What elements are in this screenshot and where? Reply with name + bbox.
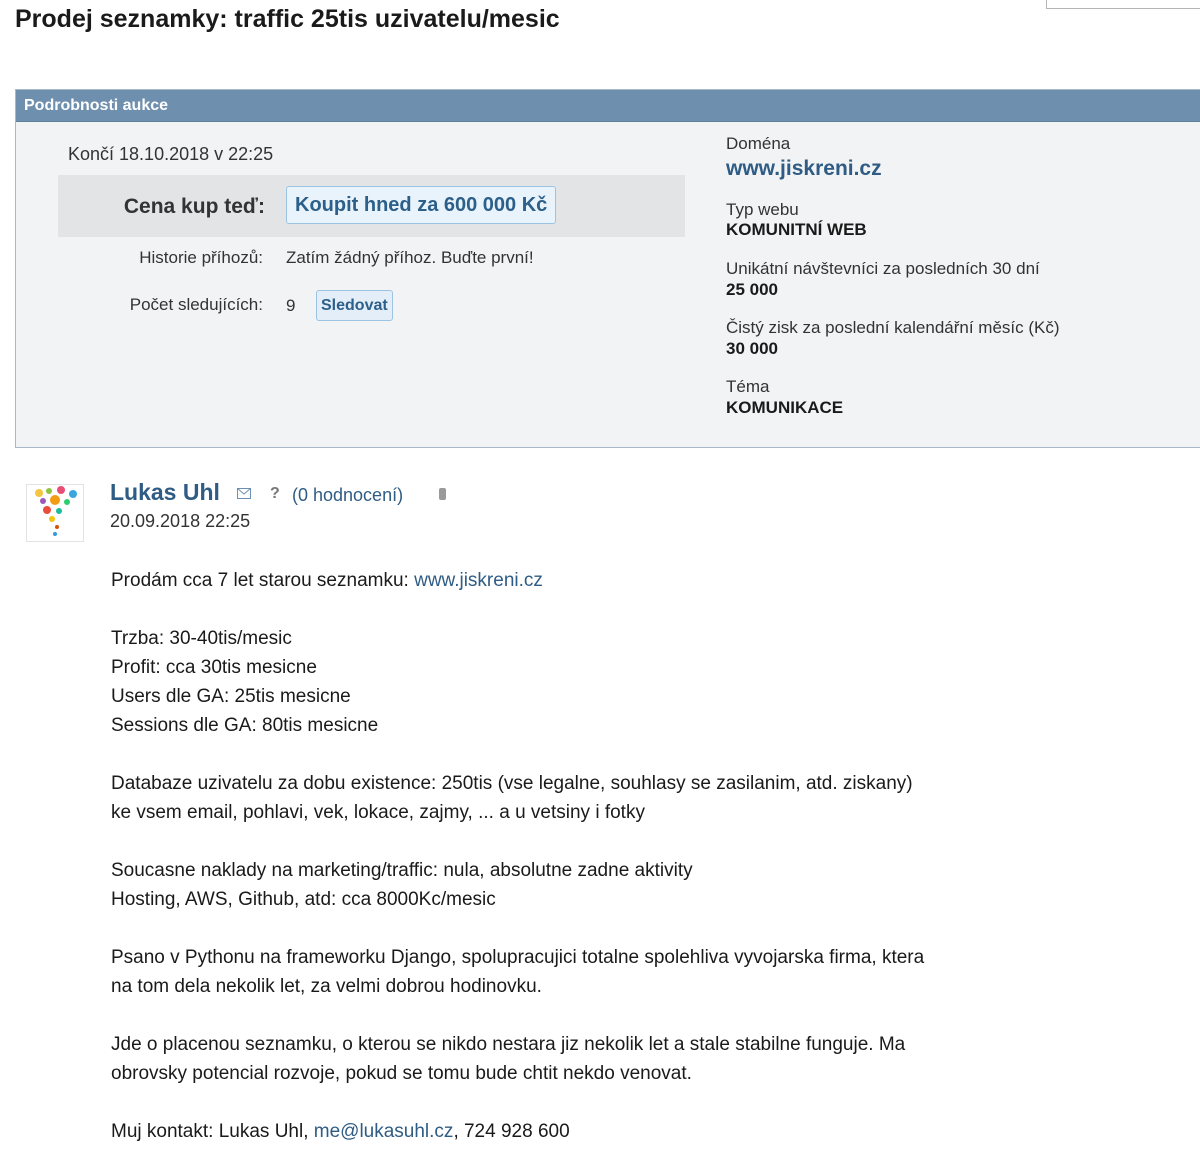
pitch-line: obrovsky potencial rozvoje, pokud se tom… <box>111 1063 692 1084</box>
buy-now-label: Cena kup teď: <box>123 195 265 218</box>
costs-paragraph: Soucasne naklady na marketing/traffic: n… <box>111 856 1111 914</box>
help-icon[interactable]: ? <box>270 485 280 503</box>
database-line: ke vsem email, pohlavi, vek, lokace, zaj… <box>111 802 645 823</box>
intro-paragraph: Prodám cca 7 let starou seznamku: www.ji… <box>111 566 1111 595</box>
web-type-value: KOMUNITNÍ WEB <box>726 220 867 239</box>
profit-value: 30 000 <box>726 339 778 358</box>
costs-line: Soucasne naklady na marketing/traffic: n… <box>111 860 693 881</box>
visitors-label: Unikátní návštevníci za posledních 30 dn… <box>726 259 1040 278</box>
avatar-image <box>35 486 77 536</box>
tech-paragraph: Psano v Pythonu na frameworku Django, sp… <box>111 943 1111 1001</box>
bid-history-label: Historie příhozů: <box>139 248 263 267</box>
pitch-paragraph: Jde o placenou seznamku, o kterou se nik… <box>111 1030 1111 1088</box>
domain-label: Doména <box>726 134 791 153</box>
database-paragraph: Databaze uzivatelu za dobu existence: 25… <box>111 769 1111 827</box>
costs-line: Hosting, AWS, Github, atd: cca 8000Kc/me… <box>111 889 496 910</box>
tech-line: Psano v Pythonu na frameworku Django, sp… <box>111 947 925 968</box>
tech-line: na tom dela nekolik let, za velmi dobrou… <box>111 976 542 997</box>
page-title: Prodej seznamky: traffic 25tis uzivatelu… <box>15 5 560 33</box>
profit-label: Čistý zisk za poslední kalendářní měsíc … <box>726 318 1060 337</box>
avatar[interactable] <box>26 484 84 542</box>
contact-email-link[interactable]: me@lukasuhl.cz <box>314 1121 454 1142</box>
auction-end-date: Končí 18.10.2018 v 22:25 <box>68 144 274 164</box>
topic-value: KOMUNIKACE <box>726 398 844 417</box>
web-type-label: Typ webu <box>726 200 799 219</box>
auction-details-header: Podrobnosti aukce <box>16 90 1200 122</box>
watchers-count: 9 <box>286 296 296 315</box>
post-body: Prodám cca 7 let starou seznamku: www.ji… <box>111 566 1111 1175</box>
auction-details-panel: Podrobnosti aukce Končí 18.10.2018 v 22:… <box>15 89 1200 448</box>
database-line: Databaze uzivatelu za dobu existence: 25… <box>111 773 913 794</box>
mail-icon[interactable] <box>237 488 251 499</box>
domain-link[interactable]: www.jiskreni.cz <box>726 157 882 181</box>
buy-now-row: Cena kup teď: Koupit hned za 600 000 Kč <box>58 175 685 237</box>
stats-line: Profit: cca 30tis mesicne <box>111 657 317 678</box>
rating-link[interactable]: (0 hodnocení) <box>292 485 403 505</box>
stats-paragraph: Trzba: 30-40tis/mesic Profit: cca 30tis … <box>111 624 1111 740</box>
bid-history-value: Zatím žádný příhoz. Buďte první! <box>286 248 534 267</box>
follow-button[interactable]: Sledovat <box>316 290 393 321</box>
contact-phone: , 724 928 600 <box>453 1121 570 1142</box>
top-corner-box <box>1046 0 1200 9</box>
pitch-line: Jde o placenou seznamku, o kterou se nik… <box>111 1034 906 1055</box>
phone-icon <box>439 488 446 500</box>
author-name[interactable]: Lukas Uhl <box>110 479 220 506</box>
post-date: 20.09.2018 22:25 <box>110 511 251 531</box>
stats-line: Users dle GA: 25tis mesicne <box>111 686 351 707</box>
rating: (0 hodnocení) <box>292 485 403 506</box>
contact-paragraph: Muj kontakt: Lukas Uhl, me@lukasuhl.cz, … <box>111 1117 1111 1146</box>
stats-line: Trzba: 30-40tis/mesic <box>111 628 292 649</box>
topic-label: Téma <box>726 377 770 396</box>
contact-prefix: Muj kontakt: Lukas Uhl, <box>111 1121 314 1142</box>
buy-now-button[interactable]: Koupit hned za 600 000 Kč <box>286 186 557 224</box>
stats-line: Sessions dle GA: 80tis mesicne <box>111 715 379 736</box>
intro-text: Prodám cca 7 let starou seznamku: <box>111 570 415 591</box>
visitors-value: 25 000 <box>726 280 778 299</box>
watchers-label: Počet sledujících: <box>129 295 263 314</box>
intro-domain-link[interactable]: www.jiskreni.cz <box>414 570 543 591</box>
